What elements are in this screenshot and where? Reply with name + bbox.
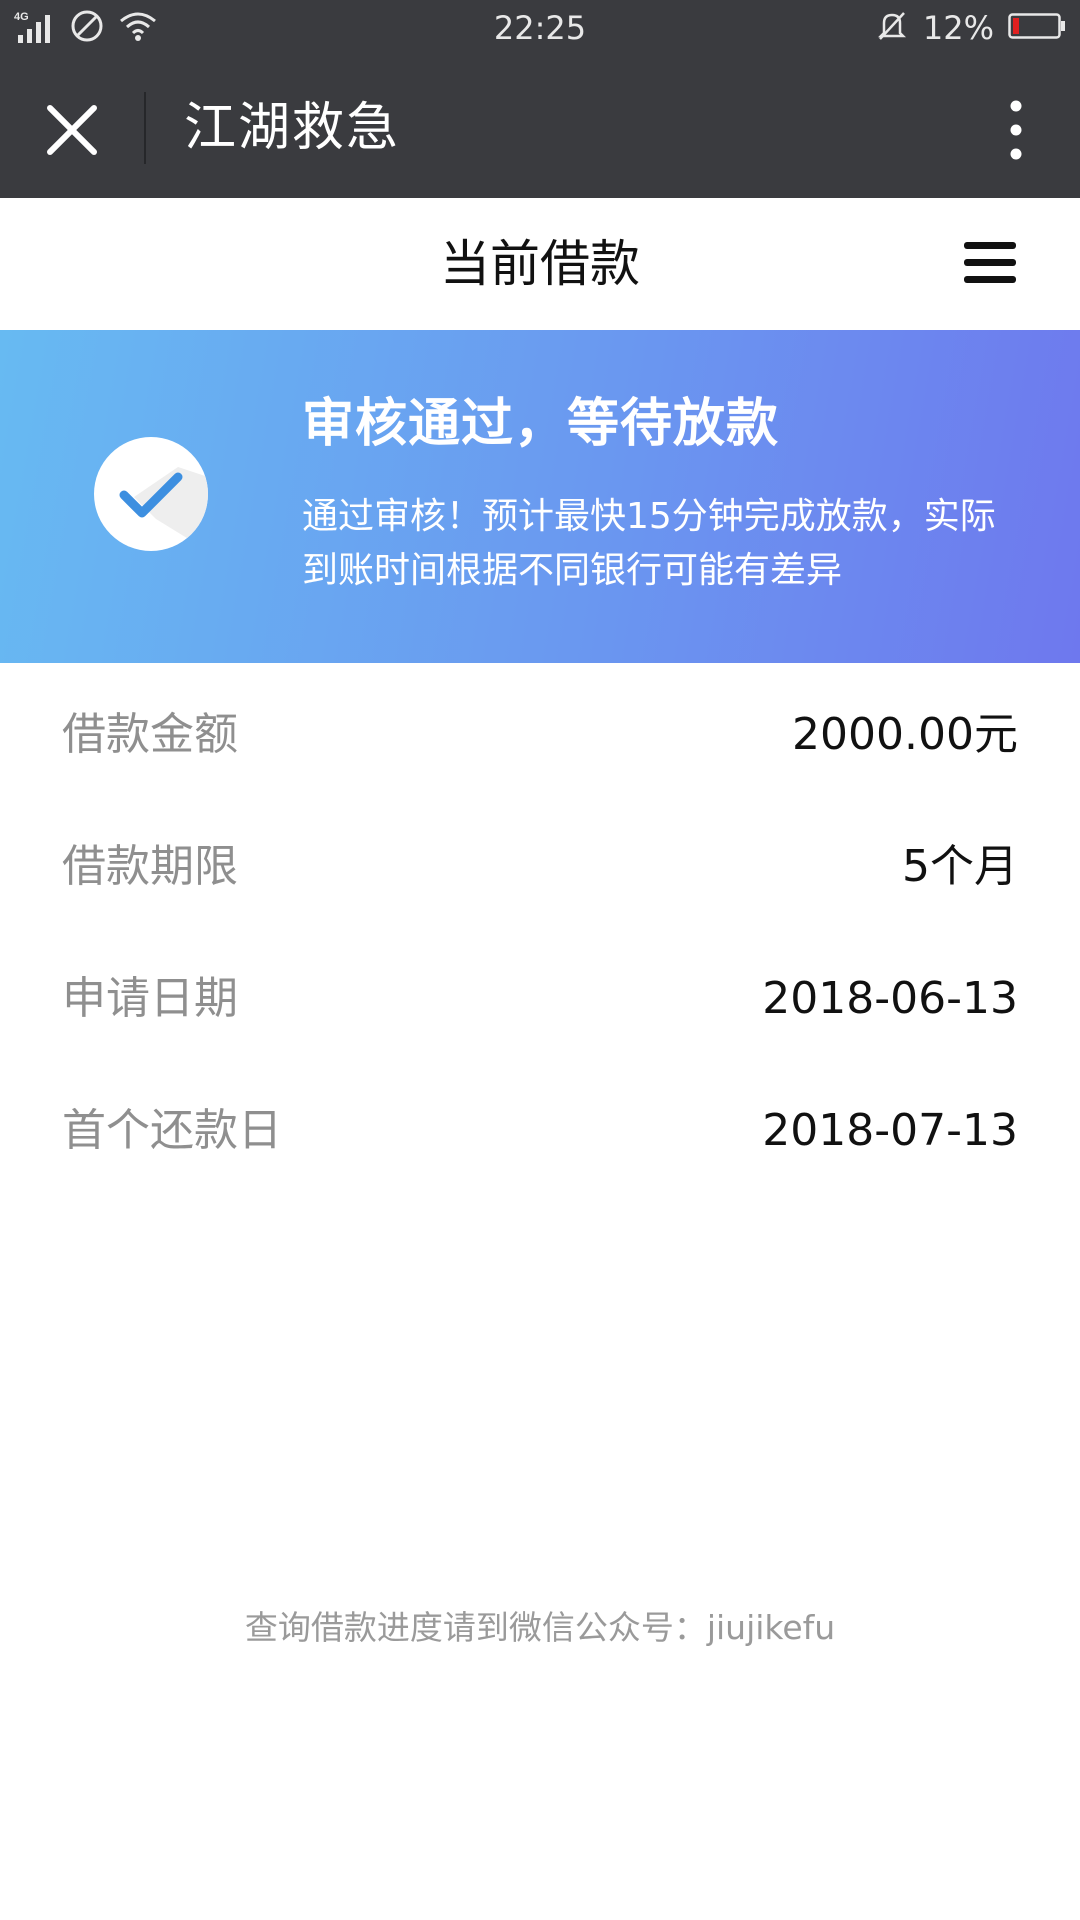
check-icon: [94, 437, 208, 551]
detail-label: 借款期限: [62, 841, 238, 892]
detail-row-amount: 借款金额 2000.00元: [0, 663, 1080, 795]
loan-details: 借款金额 2000.00元 借款期限 5个月 申请日期 2018-06-13 首…: [0, 663, 1080, 1191]
hamburger-icon-bar: [964, 276, 1016, 283]
close-button[interactable]: [36, 94, 108, 166]
detail-row-first-repayment: 首个还款日 2018-07-13: [0, 1059, 1080, 1191]
detail-label: 借款金额: [62, 709, 238, 760]
page-header: 当前借款: [0, 198, 1080, 330]
page-title: 当前借款: [440, 235, 640, 293]
hamburger-icon-bar: [964, 242, 1016, 249]
detail-label: 申请日期: [62, 973, 238, 1024]
detail-value: 2000.00元: [792, 709, 1018, 760]
close-icon: [47, 105, 97, 155]
alarm-muted-icon: [875, 9, 909, 47]
detail-value: 5个月: [902, 841, 1018, 892]
detail-value: 2018-07-13: [762, 1105, 1018, 1156]
detail-row-apply-date: 申请日期 2018-06-13: [0, 927, 1080, 1059]
app-title: 江湖救急: [184, 98, 401, 158]
footer-note: 查询借款进度请到微信公众号：jiujikefu: [244, 1608, 836, 1647]
detail-row-term: 借款期限 5个月: [0, 795, 1080, 927]
approval-status-banner: 审核通过，等待放款 通过审核！预计最快15分钟完成放款，实际到账时间根据不同银行…: [0, 330, 1080, 663]
hamburger-icon-bar: [964, 259, 1016, 266]
title-divider: [144, 92, 146, 164]
status-right-icons: 12%: [875, 8, 1066, 48]
battery-percent: 12%: [922, 9, 994, 47]
more-vertical-icon: [1010, 100, 1022, 160]
menu-button[interactable]: [964, 242, 1016, 290]
banner-description: 通过审核！预计最快15分钟完成放款，实际到账时间根据不同银行可能有差异: [302, 496, 996, 591]
detail-value: 2018-06-13: [762, 973, 1018, 1024]
detail-label: 首个还款日: [62, 1105, 282, 1156]
banner-title: 审核通过，等待放款: [302, 394, 780, 454]
status-bar: 4G 22:25 12%: [0, 0, 1080, 58]
more-options-button[interactable]: [996, 94, 1036, 166]
title-bar: 江湖救急: [0, 58, 1080, 198]
battery-icon: [1008, 11, 1066, 45]
